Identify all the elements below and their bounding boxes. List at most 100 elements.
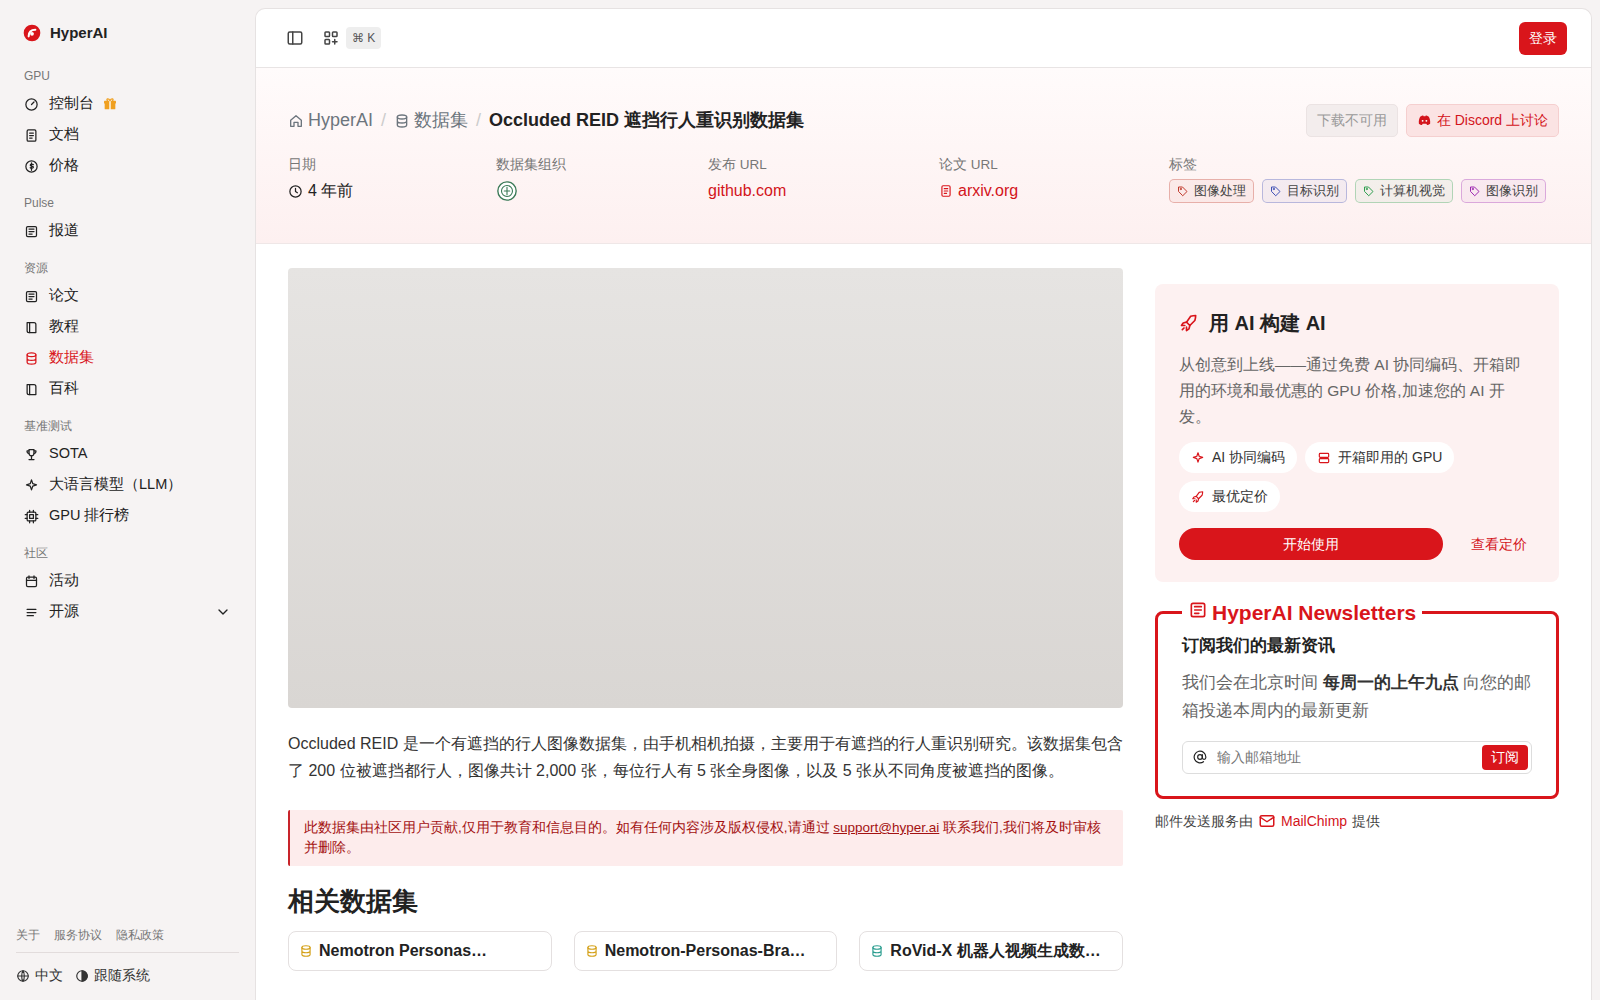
sidebar-toggle[interactable]: [280, 23, 310, 53]
title-row: HyperAI/数据集/Occluded REID 遮挡行人重识别数据集 下载不可…: [288, 104, 1559, 137]
tag-icon: [1177, 185, 1189, 197]
newsletter-text-part: 我们会在北京时间: [1182, 673, 1323, 692]
sidebar-item[interactable]: 控制台: [16, 89, 239, 120]
breadcrumb-item[interactable]: HyperAI: [288, 107, 373, 134]
pricing-link[interactable]: 查看定价: [1471, 534, 1527, 555]
sidebar-item[interactable]: 百科: [16, 374, 239, 405]
breadcrumb-label: 数据集: [414, 107, 468, 134]
related-card[interactable]: Nemotron Personas…: [288, 931, 552, 971]
sidebar-item[interactable]: 开源: [16, 597, 239, 628]
sidebar-item-label[interactable]: 教程: [49, 316, 79, 338]
download-button[interactable]: 下载不可用: [1306, 104, 1398, 137]
meta-value: 4 年前: [288, 179, 496, 203]
sidebar-item[interactable]: 大语言模型（LLM）: [16, 470, 239, 501]
breadcrumb: HyperAI/数据集/Occluded REID 遮挡行人重识别数据集: [288, 107, 804, 134]
theme-button[interactable]: 跟随系统: [75, 963, 150, 988]
sidebar-item-label[interactable]: 大语言模型（LLM）: [49, 474, 182, 496]
mail-provider: 邮件发送服务由MailChimp提供: [1155, 811, 1559, 832]
sidebar-item-label[interactable]: 百科: [49, 378, 79, 400]
language-label: 中文: [35, 965, 63, 986]
sidebar-item-label[interactable]: 论文: [49, 285, 79, 307]
description: Occluded REID 是一个有遮挡的行人图像数据集，由手机相机拍摄，主要用…: [288, 730, 1123, 784]
paper-icon: [939, 184, 953, 198]
related-card[interactable]: RoVid-X 机器人视频生成数…: [859, 931, 1123, 971]
sidebar-nav: GPU控制台文档价格Pulse报道资源论文教程数据集百科基准测试SOTA大语言模…: [16, 55, 239, 628]
database-icon: [394, 113, 410, 129]
rocket-icon: [1179, 313, 1199, 333]
sidebar-item-label[interactable]: 数据集: [49, 347, 94, 369]
discord-button[interactable]: 在 Discord 上讨论: [1406, 104, 1559, 137]
sidebar-item-label[interactable]: 报道: [49, 220, 79, 242]
book-icon: [24, 382, 39, 397]
tag-label: 计算机视觉: [1380, 181, 1445, 201]
paper-link[interactable]: arxiv.org: [958, 179, 1018, 203]
sidebar-item-label[interactable]: 活动: [49, 570, 79, 592]
email-input[interactable]: [1215, 746, 1474, 769]
footer-link[interactable]: 关于: [16, 926, 40, 944]
mailchimp-link[interactable]: MailChimp: [1281, 811, 1347, 832]
release-link[interactable]: github.com: [708, 179, 786, 203]
feature-list: AI 协同编码开箱即用的 GPU最优定价: [1179, 442, 1535, 512]
meta-label: 发布 URL: [708, 155, 939, 175]
breadcrumb-item: Occluded REID 遮挡行人重识别数据集: [489, 107, 804, 134]
meta-grid: 日期4 年前数据集组织发布 URLgithub.com论文 URLarxiv.o…: [288, 155, 1559, 203]
command-menu[interactable]: ⌘ K: [318, 23, 385, 53]
sidebar-item[interactable]: 教程: [16, 312, 239, 343]
apps-icon: [322, 29, 340, 47]
provider-text: 邮件发送服务由: [1155, 811, 1253, 832]
brand[interactable]: HyperAI: [16, 18, 239, 49]
sidebar-item[interactable]: 数据集: [16, 343, 239, 374]
sidebar-item-body: 文档: [49, 124, 231, 146]
gift-icon: [102, 96, 118, 112]
sidebar-item[interactable]: 文档: [16, 120, 239, 151]
meta-item: 数据集组织: [496, 155, 708, 203]
sidebar-item[interactable]: 报道: [16, 216, 239, 247]
related-title: Nemotron Personas…: [319, 939, 487, 963]
login-button[interactable]: 登录: [1519, 22, 1567, 55]
sidebar-item[interactable]: SOTA: [16, 439, 239, 470]
newsletter-time: 每周一的上午九点: [1323, 673, 1459, 692]
sidebar-item-body: 大语言模型（LLM）: [49, 474, 231, 496]
sidebar-item-label[interactable]: 控制台: [49, 93, 94, 115]
divider: [16, 952, 239, 953]
sidebar-item-label[interactable]: SOTA: [49, 443, 87, 465]
sidebar-item-label[interactable]: GPU 排行榜: [49, 505, 129, 527]
database-icon: [585, 944, 599, 958]
tag[interactable]: 计算机视觉: [1355, 179, 1453, 203]
document-icon: [24, 128, 39, 143]
related-card[interactable]: Nemotron-Personas-Bra…: [574, 931, 838, 971]
tag-icon: [1469, 185, 1481, 197]
sidebar-item[interactable]: 价格: [16, 151, 239, 182]
support-email[interactable]: support@hyper.ai: [833, 820, 939, 835]
breadcrumb-label: Occluded REID 遮挡行人重识别数据集: [489, 107, 804, 134]
breadcrumb-item[interactable]: 数据集: [394, 107, 468, 134]
newsletter-text: 我们会在北京时间 每周一的上午九点 向您的邮箱投递本周内的最新更新: [1182, 669, 1532, 725]
tag[interactable]: 图像识别: [1461, 179, 1546, 203]
contrast-icon: [75, 969, 89, 983]
sidebar-item[interactable]: 活动: [16, 566, 239, 597]
meta-item: 标签图像处理目标识别 计算机视觉图像识别: [1169, 155, 1559, 203]
sidebar-item[interactable]: GPU 排行榜: [16, 501, 239, 532]
tag[interactable]: 图像处理: [1169, 179, 1254, 203]
sidebar-item-label[interactable]: 价格: [49, 155, 79, 177]
footer-link[interactable]: 服务协议: [54, 926, 102, 944]
tag[interactable]: 目标识别: [1262, 179, 1347, 203]
start-button[interactable]: 开始使用: [1179, 528, 1443, 560]
sidebar-item-label[interactable]: 开源: [49, 601, 79, 623]
database-icon: [299, 944, 313, 958]
organization-logo-icon: [496, 180, 518, 202]
sidebar-item-body: 活动: [49, 570, 231, 592]
sidebar-item-body: SOTA: [49, 443, 231, 465]
footer-link[interactable]: 隐私政策: [116, 926, 164, 944]
language-button[interactable]: 中文: [16, 963, 63, 988]
subscribe-button[interactable]: 订阅: [1482, 745, 1528, 770]
brand-name[interactable]: HyperAI: [50, 22, 108, 45]
meta-label: 日期: [288, 155, 496, 175]
sidebar-item-label[interactable]: 文档: [49, 124, 79, 146]
email-field: 订阅: [1182, 741, 1532, 774]
meta-label: 标签: [1169, 155, 1559, 175]
related-title: Nemotron-Personas-Bra…: [605, 939, 806, 963]
theme-label: 跟随系统: [94, 965, 150, 986]
sidebar-item[interactable]: 论文: [16, 281, 239, 312]
expand-toggle[interactable]: [215, 604, 231, 620]
